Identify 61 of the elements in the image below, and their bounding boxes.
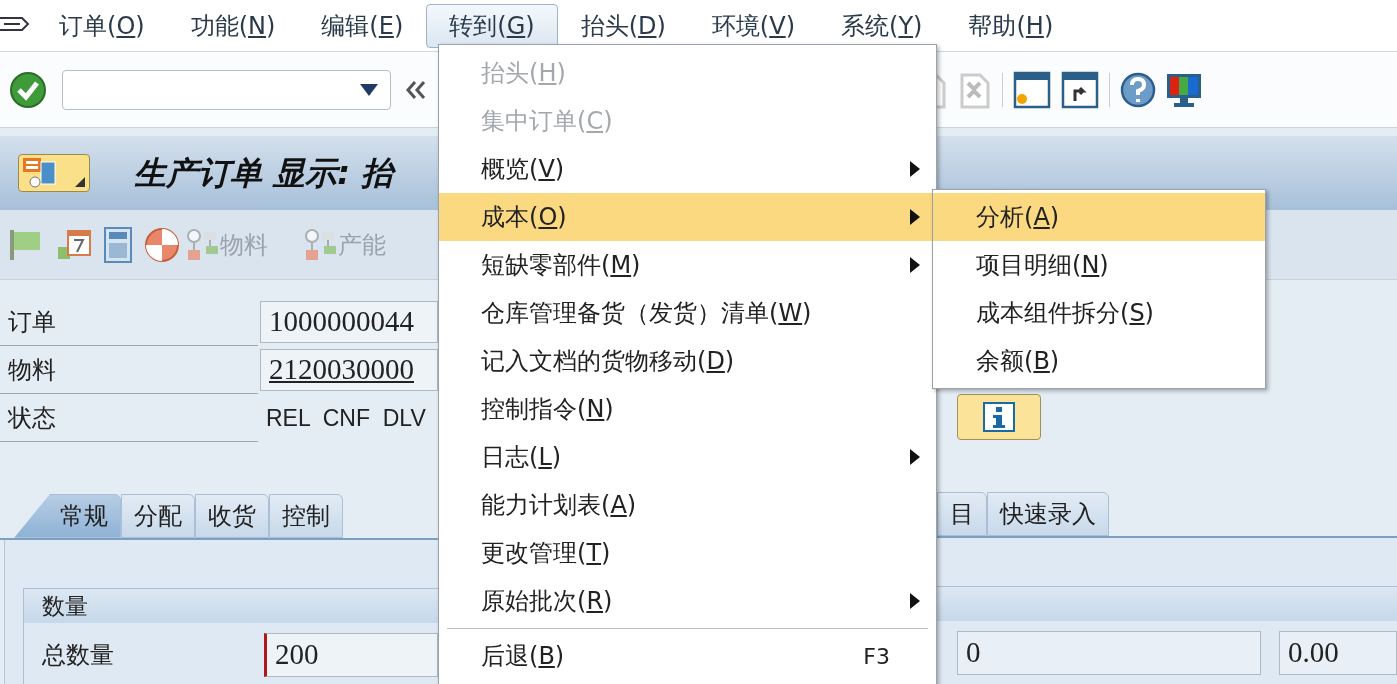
tab[interactable]: 分配 (121, 494, 195, 538)
menu-option[interactable]: 余额(B) (933, 337, 1265, 385)
menu-option[interactable]: 记入文档的货物移动(D) (439, 337, 936, 385)
command-field[interactable] (62, 69, 391, 110)
menu-item[interactable]: 帮助(H) (945, 3, 1077, 48)
help-icon[interactable] (1120, 71, 1156, 108)
group-title: 数量 (41, 591, 88, 621)
menu-item[interactable]: 系统(Y) (818, 3, 946, 48)
menu-option[interactable]: 仓库管理备货（发货）清单(W) (439, 289, 936, 337)
menu-option[interactable]: 成本组件拆分(S) (933, 289, 1265, 337)
new-window-icon[interactable] (1013, 70, 1051, 109)
tab[interactable]: 常规 (14, 494, 121, 538)
tab[interactable]: 目 (937, 492, 987, 536)
menu-option[interactable]: 控制指令(N) (439, 385, 936, 433)
network-icon (304, 227, 338, 262)
double-chevron-left-icon[interactable] (405, 79, 427, 100)
corner-caret-icon (75, 177, 85, 187)
menu-item[interactable]: 环境(V) (688, 3, 819, 48)
menu-option[interactable]: 项目明细(N) (933, 241, 1265, 289)
menu-option[interactable]: 概览(V) (439, 145, 936, 193)
input-field[interactable]: 0 (957, 631, 1261, 675)
menu-option[interactable]: 能力计划表(A) (439, 481, 936, 529)
menu-option[interactable]: 分析(A) (933, 193, 1265, 241)
dropdown-caret-icon[interactable] (360, 83, 378, 96)
submenu-arrow-icon (910, 449, 920, 465)
input-field[interactable]: 2120030000 (260, 349, 438, 391)
tab[interactable]: 控制 (269, 494, 343, 538)
flag-icon (8, 227, 42, 262)
submenu-arrow-icon (910, 593, 920, 609)
menu-option[interactable]: 短缺零部件(M) (439, 241, 936, 289)
field-label: 订单 (0, 298, 258, 346)
required-input-field[interactable]: 200 (264, 633, 438, 677)
menu-item[interactable]: 转到(G) (426, 3, 558, 48)
input-field[interactable]: 1000000044 (260, 301, 438, 343)
menu-option[interactable]: 原始批次(R) (439, 577, 936, 625)
menu-item[interactable]: 编辑(E) (298, 3, 427, 48)
pie-chart-icon (144, 226, 180, 263)
menu-option[interactable]: 后退(B) F3 (439, 632, 936, 680)
submenu-arrow-icon (910, 209, 920, 225)
network-icon (186, 227, 220, 262)
field-label: 状态 (0, 394, 258, 442)
info-icon (983, 402, 1015, 432)
tab[interactable]: 收货 (195, 494, 269, 538)
input-field[interactable]: 0.00 (1279, 631, 1397, 675)
field-label: 总数量 (41, 640, 115, 671)
field-label: 物料 (0, 346, 258, 394)
screen-title: 生产订单 显示: 抬 (134, 153, 394, 194)
submenu-arrow-icon (910, 257, 920, 273)
submenu-arrow-icon (910, 161, 920, 177)
calculator-icon (104, 226, 132, 263)
monitor-icon[interactable] (1166, 71, 1202, 108)
menu-options-button[interactable] (18, 154, 90, 192)
menu-item[interactable]: 订单(O) (36, 3, 168, 48)
status-text: REL CNF DLV (266, 403, 426, 433)
menu-option[interactable]: 日志(L) (439, 433, 936, 481)
check-icon[interactable] (9, 70, 47, 109)
menu-item[interactable]: 功能(N) (167, 3, 299, 48)
menu-option[interactable]: 更改管理(T) (439, 529, 936, 577)
tab[interactable]: 快速录入 (987, 492, 1109, 536)
menu-item[interactable]: 抬头(D) (557, 3, 689, 48)
info-button[interactable] (957, 394, 1041, 440)
